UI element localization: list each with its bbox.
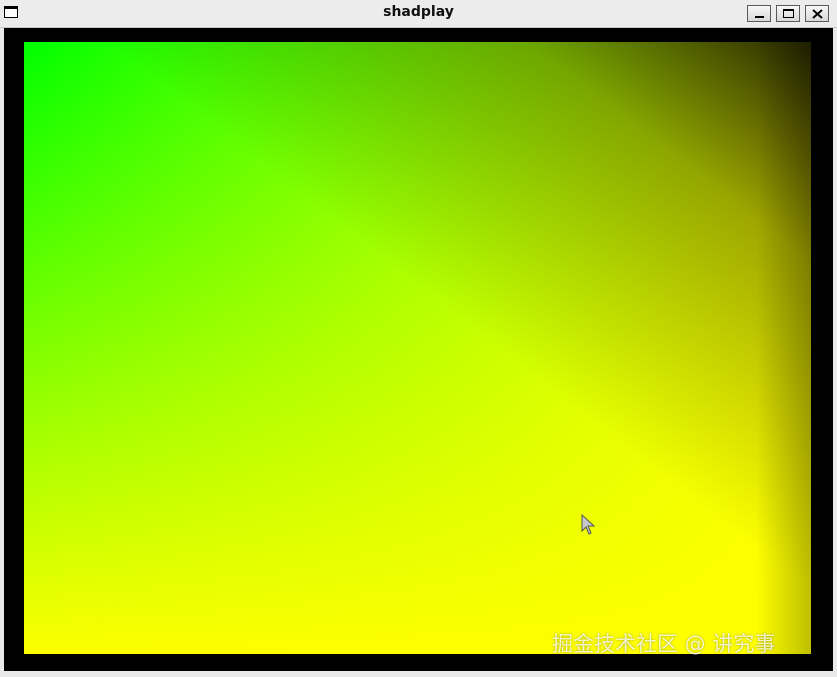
client-area [4,28,833,671]
title-bar[interactable]: shadplay [0,0,837,28]
close-icon [812,9,823,19]
shader-canvas[interactable] [24,42,811,654]
mouse-pointer-icon [581,514,596,535]
close-button[interactable] [805,5,829,22]
minimize-icon [755,16,764,18]
window-title: shadplay [383,4,454,20]
canvas-edge-shade [24,42,811,654]
maximize-button[interactable] [776,5,800,22]
maximize-icon [783,9,794,18]
minimize-button[interactable] [747,5,771,22]
watermark-text: 掘金技术社区 @ 讲究事 [552,632,776,656]
application-window: shadplay 掘金技术社区 @ 讲究事 [0,0,837,677]
